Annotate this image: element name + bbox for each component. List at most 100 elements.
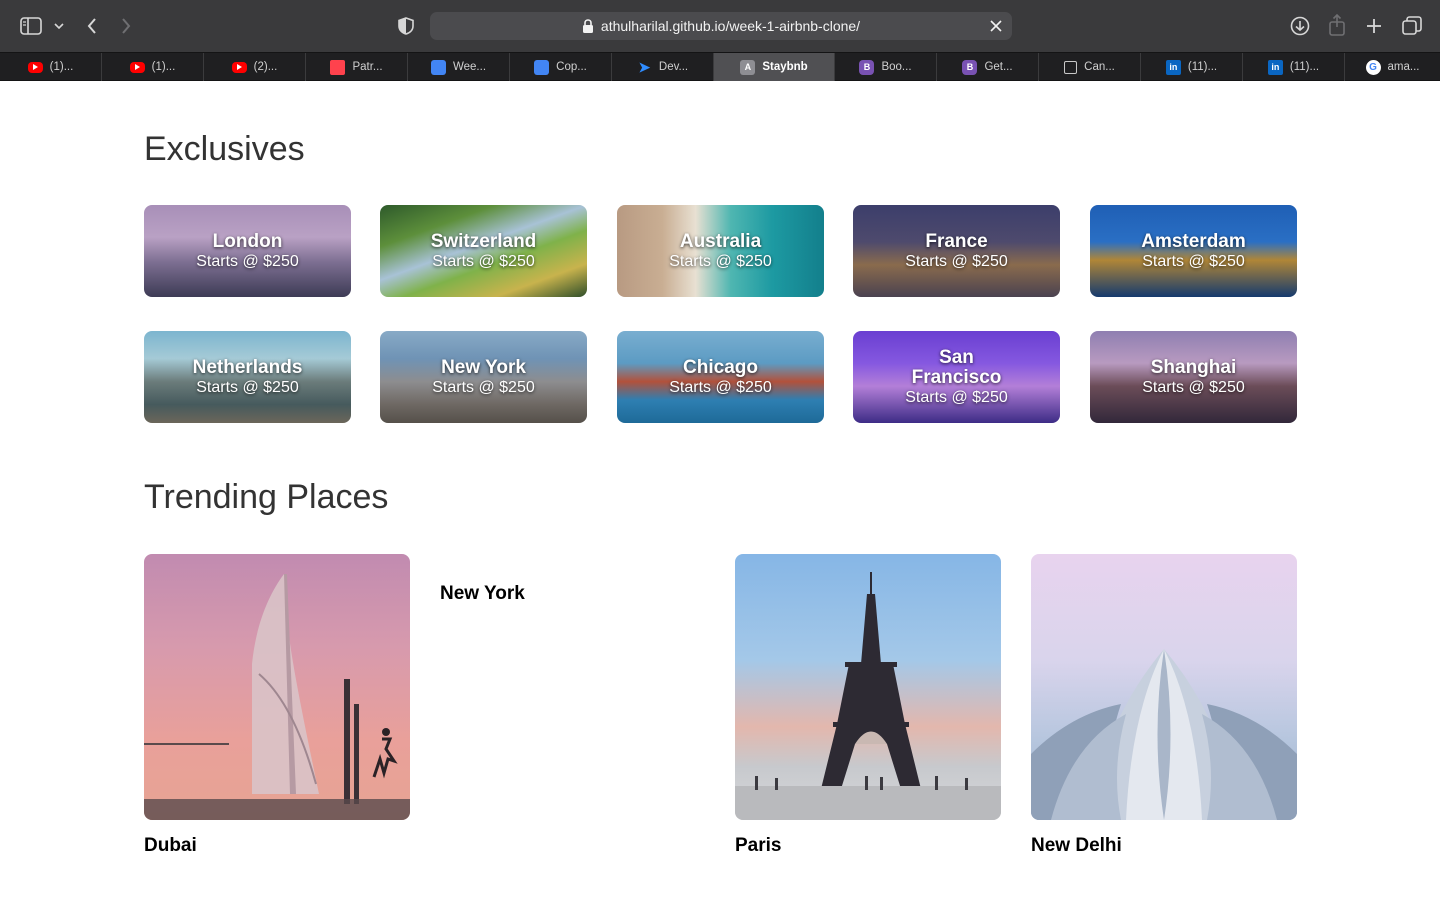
card-price: Starts @ $250 (669, 378, 772, 396)
share-icon[interactable] (1326, 12, 1348, 38)
youtube-icon (27, 61, 43, 73)
trending-image-dubai[interactable] (144, 554, 410, 820)
browser-tab[interactable]: (1)... (102, 53, 204, 81)
tab-label: Patr... (352, 61, 383, 73)
browser-tab[interactable]: Gama... (1345, 53, 1440, 81)
cube-icon (1064, 60, 1078, 74)
plus-icon[interactable] (1362, 14, 1386, 38)
linkedin-icon: in (1165, 59, 1181, 75)
trending-name-paris[interactable]: Paris (735, 835, 781, 857)
tab-label: Staybnb (762, 61, 808, 73)
card-city: Amsterdam (1141, 230, 1246, 252)
sidebar-toggle-icon[interactable] (18, 14, 44, 38)
trending-image-paris[interactable] (735, 554, 1001, 820)
card-city: Chicago (683, 356, 758, 378)
tab-label: ama... (1387, 61, 1420, 73)
tab-label: Get... (984, 61, 1013, 73)
a-letter-icon: A (740, 59, 756, 75)
card-price: Starts @ $250 (669, 252, 772, 270)
browser-toolbar: athulharilal.github.io/week-1-airbnb-clo… (0, 0, 1440, 52)
tab-overview-icon[interactable] (1400, 14, 1424, 38)
card-city: San Francisco (911, 346, 1002, 388)
url-text: athulharilal.github.io/week-1-airbnb-clo… (600, 18, 861, 34)
exclusive-card-amsterdam[interactable]: Amsterdam Starts @ $250 (1090, 205, 1297, 297)
card-price: Starts @ $250 (1142, 252, 1245, 270)
tab-label: (11)... (1289, 61, 1320, 73)
tab-bar: (1)... (1)... (2)... Patr... Wee... Cop.… (0, 52, 1440, 81)
browser-tab[interactable]: Can... (1039, 53, 1141, 81)
trending-name-new-york[interactable]: New York (440, 583, 525, 605)
youtube-icon (129, 61, 145, 73)
dubai-skyline-illustration (144, 574, 410, 820)
tab-label: Dev... (658, 61, 689, 73)
youtube-icon (231, 61, 247, 73)
browser-tab[interactable]: (1)... (0, 53, 102, 81)
bootstrap-icon: B (962, 59, 978, 75)
tab-label: (11)... (1187, 61, 1218, 73)
google-docs-icon (534, 59, 550, 75)
card-city: New York (441, 356, 526, 378)
google-icon: G (1365, 59, 1381, 75)
browser-tab[interactable]: Wee... (408, 53, 510, 81)
download-icon[interactable] (1288, 14, 1312, 38)
card-city: Australia (679, 230, 762, 252)
card-price: Starts @ $250 (905, 252, 1008, 270)
exclusive-card-chicago[interactable]: Chicago Starts @ $250 (617, 331, 824, 423)
card-price: Starts @ $250 (905, 388, 1008, 406)
chevron-down-icon[interactable] (50, 16, 68, 36)
linkedin-icon: in (1267, 59, 1283, 75)
bootstrap-icon: B (859, 59, 875, 75)
dev-icon: ➤ (638, 58, 651, 75)
forward-icon[interactable] (114, 14, 138, 38)
browser-tab-active[interactable]: A Staybnb (714, 53, 835, 81)
card-price: Starts @ $250 (432, 378, 535, 396)
exclusive-card-london[interactable]: London Starts @ $250 (144, 205, 351, 297)
trending-image-new-delhi[interactable] (1031, 554, 1297, 820)
exclusive-card-switzerland[interactable]: Switzerland Starts @ $250 (380, 205, 587, 297)
google-docs-icon (430, 59, 446, 75)
exclusives-heading: Exclusives (144, 130, 305, 168)
exclusive-card-new-york[interactable]: New York Starts @ $250 (380, 331, 587, 423)
tab-label: Wee... (452, 61, 487, 73)
trending-name-new-delhi[interactable]: New Delhi (1031, 835, 1122, 857)
card-price: Starts @ $250 (196, 378, 299, 396)
address-bar[interactable]: athulharilal.github.io/week-1-airbnb-clo… (430, 12, 1012, 40)
lock-icon (582, 19, 594, 33)
card-city: Shanghai (1150, 356, 1237, 378)
trending-name-dubai[interactable]: Dubai (144, 835, 197, 857)
tab-label: (2)... (253, 61, 278, 73)
tab-label: (1)... (151, 61, 176, 73)
patreon-icon (330, 59, 346, 75)
card-city: France (925, 230, 988, 252)
close-icon[interactable] (988, 18, 1004, 34)
card-price: Starts @ $250 (1142, 378, 1245, 396)
card-price: Starts @ $250 (196, 252, 299, 270)
card-city: London (212, 230, 283, 252)
browser-tab[interactable]: B Get... (937, 53, 1039, 81)
page-content: Exclusives London Starts @ $250 Switzerl… (0, 82, 1440, 900)
browser-tab[interactable]: ➤ Dev... (612, 53, 714, 81)
privacy-shield-icon[interactable] (394, 14, 418, 38)
trending-heading: Trending Places (144, 478, 389, 516)
tab-label: (1)... (49, 61, 74, 73)
card-price: Starts @ $250 (432, 252, 535, 270)
browser-tab[interactable]: B Boo... (835, 53, 937, 81)
browser-tab[interactable]: Patr... (306, 53, 408, 81)
browser-tab[interactable]: in (11)... (1243, 53, 1345, 81)
browser-tab[interactable]: (2)... (204, 53, 306, 81)
card-city: Netherlands (192, 356, 303, 378)
exclusive-card-netherlands[interactable]: Netherlands Starts @ $250 (144, 331, 351, 423)
back-icon[interactable] (80, 14, 104, 38)
exclusive-card-san-francisco[interactable]: San Francisco Starts @ $250 (853, 331, 1060, 423)
exclusive-card-australia[interactable]: Australia Starts @ $250 (617, 205, 824, 297)
eiffel-tower-illustration (735, 572, 1001, 820)
exclusive-card-shanghai[interactable]: Shanghai Starts @ $250 (1090, 331, 1297, 423)
tab-label: Can... (1084, 61, 1115, 73)
browser-tab[interactable]: Cop... (510, 53, 612, 81)
tab-label: Cop... (556, 61, 587, 73)
card-city: Switzerland (430, 230, 537, 252)
exclusive-card-france[interactable]: France Starts @ $250 (853, 205, 1060, 297)
browser-tab[interactable]: in (11)... (1141, 53, 1243, 81)
lotus-temple-illustration (1031, 649, 1297, 820)
tab-label: Boo... (881, 61, 912, 73)
